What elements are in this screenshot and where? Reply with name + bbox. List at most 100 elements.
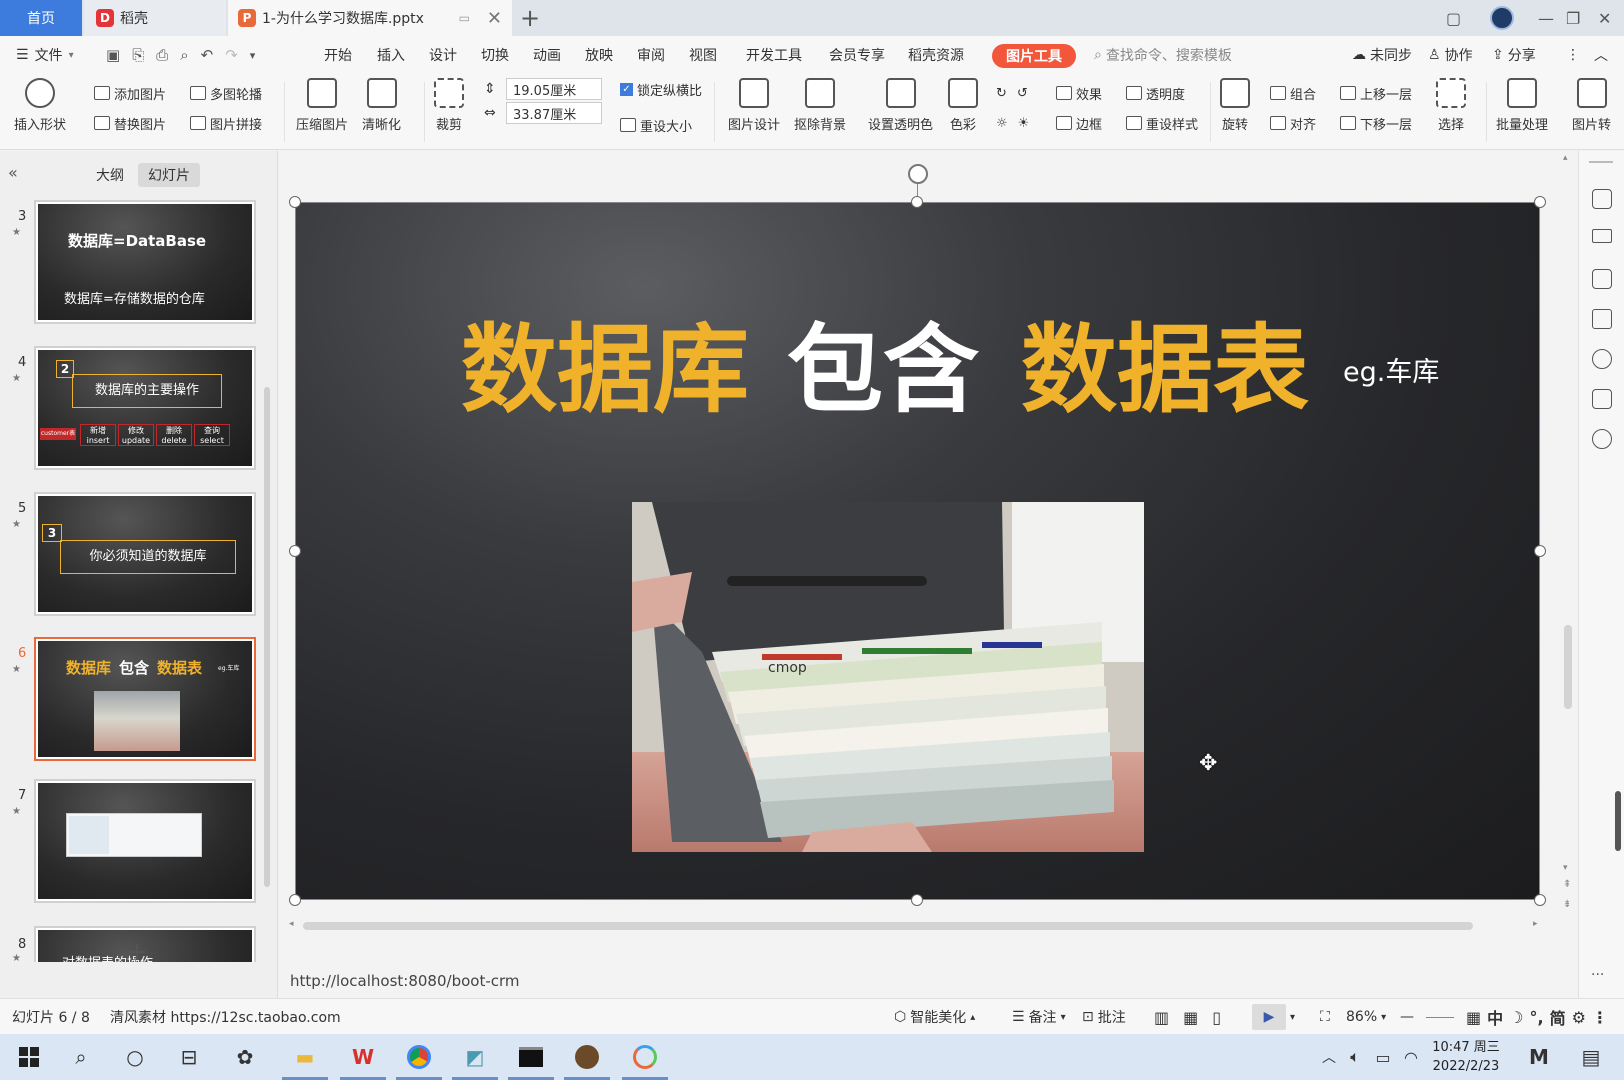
vertical-scrollbar[interactable]: ▴ ▾ ⇞ ⇟: [1561, 151, 1575, 963]
next-slide-icon[interactable]: ⇟: [1563, 899, 1571, 910]
export-pdf-icon[interactable]: ⎘: [132, 46, 144, 64]
rotate-button[interactable]: 旋转: [1220, 78, 1250, 133]
save-icon[interactable]: ▣: [106, 46, 120, 64]
menu-slideshow[interactable]: 放映: [585, 36, 613, 74]
image-edit-icon[interactable]: [1592, 389, 1612, 409]
print-preview-icon[interactable]: ⌕: [180, 46, 188, 64]
collaborate-button[interactable]: ♙ 协作: [1428, 36, 1473, 74]
resize-handle-left[interactable]: [289, 545, 301, 557]
wifi-icon[interactable]: ◠: [1396, 1042, 1426, 1072]
slide-thumbnail-6[interactable]: 数据库 包含 数据表 eg.车库: [34, 637, 256, 761]
workspace-icon[interactable]: ▢: [1446, 0, 1461, 36]
multi-carousel-button[interactable]: 多图轮播: [190, 82, 262, 104]
close-window-icon[interactable]: ✕: [1598, 0, 1611, 36]
tab-outline[interactable]: 大纲: [86, 163, 134, 187]
notification-icon[interactable]: ▤: [1576, 1042, 1606, 1072]
app-avatar-icon[interactable]: [572, 1042, 602, 1072]
customize-toolbar-icon[interactable]: ▾: [250, 49, 256, 62]
scroll-left-icon[interactable]: ◂: [289, 919, 294, 929]
rocket-icon[interactable]: [1592, 189, 1612, 209]
scroll-right-icon[interactable]: ▸: [1533, 919, 1538, 929]
restore-icon[interactable]: ❐: [1566, 0, 1580, 36]
star-icon[interactable]: [1592, 269, 1612, 289]
reading-view-icon[interactable]: ▯: [1212, 1008, 1221, 1027]
menu-daoke-resources[interactable]: 稻壳资源: [908, 36, 964, 74]
batch-process-button[interactable]: 批量处理: [1496, 78, 1548, 133]
menu-design[interactable]: 设计: [429, 36, 457, 74]
slide-thumbnail-4[interactable]: 2 数据库的主要操作 customer表 新增 insert 修改 update…: [34, 346, 256, 470]
tab-document[interactable]: P 1-为什么学习数据库.pptx ▭ ✕: [228, 0, 512, 36]
transparency-button[interactable]: 透明度: [1126, 82, 1185, 104]
volume-icon[interactable]: 🔈︎: [1340, 1042, 1370, 1072]
help-icon[interactable]: [1592, 349, 1612, 369]
add-slide-icon[interactable]: +: [126, 937, 148, 967]
ime-punct-icon[interactable]: °,: [1529, 1008, 1543, 1027]
resize-handle-top-left[interactable]: [289, 196, 301, 208]
remove-bg-button[interactable]: 抠除背景: [794, 78, 846, 133]
play-slideshow-button[interactable]: ▶ ▾: [1252, 999, 1295, 1035]
lock-aspect-checkbox[interactable]: ✓ 锁定纵横比: [620, 78, 702, 100]
more-icon[interactable]: ⋮: [1566, 36, 1580, 74]
slide-sorter-icon[interactable]: ▦: [1183, 1008, 1198, 1027]
menu-view[interactable]: 视图: [689, 36, 717, 74]
horizontal-scroll-thumb[interactable]: [303, 922, 1473, 930]
insert-shape-button[interactable]: 插入形状: [14, 78, 66, 133]
zoom-level[interactable]: 86% ▾: [1346, 999, 1386, 1035]
resize-handle-right[interactable]: [1534, 545, 1546, 557]
group-button[interactable]: 组合: [1270, 82, 1316, 104]
battery-icon[interactable]: ▭: [1368, 1042, 1398, 1072]
collapse-ribbon-icon[interactable]: ︿: [1594, 36, 1608, 74]
menu-member[interactable]: 会员专享: [829, 36, 885, 74]
wps-icon[interactable]: W: [348, 1042, 378, 1072]
color-button[interactable]: 色彩: [948, 78, 978, 133]
close-tab-icon[interactable]: ✕: [487, 8, 502, 29]
comment-button[interactable]: ⊡ 批注: [1082, 999, 1126, 1035]
ime-tray-icon[interactable]: M: [1524, 1042, 1554, 1072]
minimize-icon[interactable]: —: [1538, 0, 1554, 36]
file-explorer-icon[interactable]: ▬: [290, 1042, 320, 1072]
cortana-icon[interactable]: ○: [120, 1042, 150, 1072]
ime-mode[interactable]: 中: [1487, 1005, 1503, 1029]
replace-image-button[interactable]: 替换图片: [94, 112, 166, 134]
height-input[interactable]: 19.05厘米: [506, 78, 602, 100]
collapse-panel-icon[interactable]: «: [8, 163, 18, 182]
brightness-down-icon[interactable]: ☀: [1018, 116, 1030, 131]
slide-thumbnail-7[interactable]: [34, 779, 256, 903]
ime-settings-icon[interactable]: ⚙: [1572, 1008, 1586, 1027]
horizontal-scrollbar[interactable]: ◂ ▸: [289, 919, 1549, 931]
slide-thumbnail-3[interactable]: 数据库=DataBase 数据库=存储数据的仓库: [34, 200, 256, 324]
menu-picture-tools[interactable]: 图片工具: [992, 44, 1076, 68]
select-button[interactable]: 选择: [1436, 78, 1466, 133]
app-blue-icon[interactable]: ◩: [460, 1042, 490, 1072]
ime-grid-icon[interactable]: ▦: [1466, 1008, 1481, 1027]
add-image-button[interactable]: 添加图片: [94, 82, 166, 104]
vertical-scroll-thumb[interactable]: [1564, 625, 1572, 709]
width-input[interactable]: 33.87厘米: [506, 102, 602, 124]
tab-home[interactable]: 首页: [0, 0, 82, 36]
print-icon[interactable]: ⎙: [156, 46, 168, 64]
location-icon[interactable]: [1592, 429, 1612, 449]
align-button[interactable]: 对齐: [1270, 112, 1316, 134]
image-design-button[interactable]: 图片设计: [728, 78, 780, 133]
zoom-slider[interactable]: [1426, 999, 1454, 1035]
task-view-icon[interactable]: ⊟: [174, 1042, 204, 1072]
border-button[interactable]: 边框: [1056, 112, 1102, 134]
float-window-icon[interactable]: ▭: [459, 11, 470, 25]
more-options-icon[interactable]: ···: [1591, 967, 1604, 983]
panel-scrollbar[interactable]: [264, 387, 270, 887]
tab-daoke[interactable]: D 稻壳: [84, 0, 226, 36]
command-search[interactable]: ⌕ 查找命令、搜索模板: [1094, 36, 1232, 74]
brightness-up-icon[interactable]: ☼: [996, 116, 1008, 131]
rotate-handle-icon[interactable]: [908, 164, 928, 184]
chrome-icon[interactable]: [404, 1042, 434, 1072]
menu-transition[interactable]: 切换: [481, 36, 509, 74]
resize-handle-top[interactable]: [911, 196, 923, 208]
image-more-button[interactable]: 图片转: [1572, 78, 1611, 133]
new-tab-icon[interactable]: +: [520, 0, 540, 36]
menu-insert[interactable]: 插入: [377, 36, 405, 74]
sync-status[interactable]: ☁ 未同步: [1352, 36, 1412, 74]
redo-icon[interactable]: ↷: [225, 46, 238, 64]
ime-charset[interactable]: 简: [1550, 1005, 1566, 1029]
undo-icon[interactable]: ↶: [201, 46, 214, 64]
user-avatar[interactable]: [1490, 0, 1514, 36]
